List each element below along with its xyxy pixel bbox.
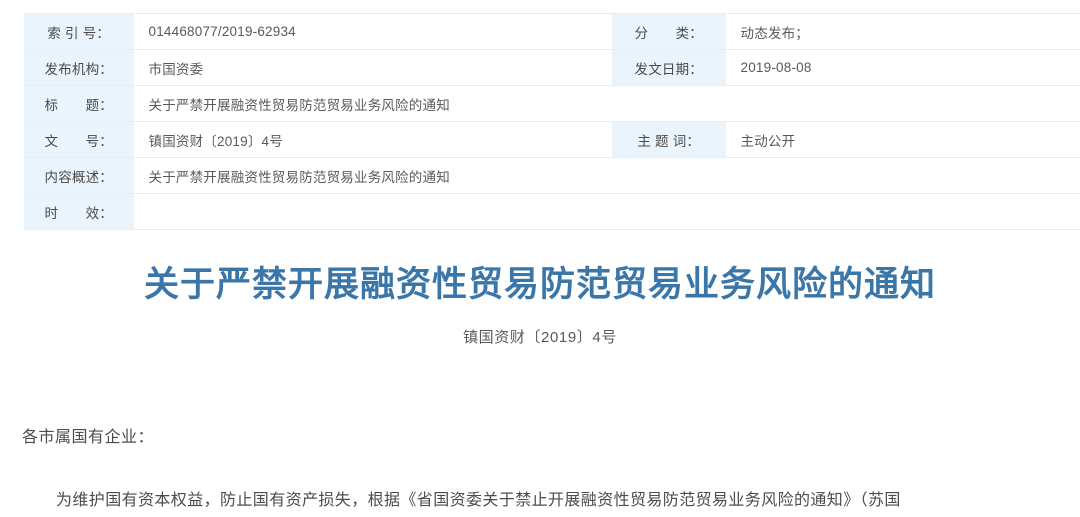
table-row: 文 号： 镇国资财〔2019〕4号 主 题 词： 主动公开 [24,121,1080,158]
document-number-line: 镇国资财〔2019〕4号 [463,329,617,346]
meta-value-index-number: 014468077/2019-62934 [134,13,612,50]
document-paragraph: 为维护国有资本权益，防止国有资产损失，根据《省国资委关于禁止开展融资性贸易防范贸… [56,492,901,509]
page-title: 关于严禁开展融资性贸易防范贸易业务风险的通知 [143,265,936,304]
meta-value-category: 动态发布； [726,13,1080,50]
meta-label-summary: 内容概述： [24,157,135,194]
table-row: 内容概述： 关于严禁开展融资性贸易防范贸易业务风险的通知 [24,157,1080,194]
meta-label-validity: 时 效： [24,193,135,230]
meta-label-document-number: 文 号： [24,121,135,158]
meta-value-title: 关于严禁开展融资性贸易防范贸易业务风险的通知 [134,85,1080,122]
meta-label-issuing-agency: 发布机构： [24,49,135,86]
meta-value-issuing-agency: 市国资委 [134,49,612,86]
meta-label-subject-term: 主 题 词： [612,121,727,158]
meta-label-category: 分 类： [612,13,727,50]
meta-value-issue-date: 2019-08-08 [726,49,1080,86]
meta-label-index-number: 索 引 号： [24,13,135,50]
table-row: 标 题： 关于严禁开展融资性贸易防范贸易业务风险的通知 [24,85,1080,122]
meta-value-subject-term: 主动公开 [726,121,1080,158]
meta-value-document-number: 镇国资财〔2019〕4号 [134,121,612,158]
document-page: 索 引 号： 014468077/2019-62934 分 类： 动态发布； 发… [0,0,1080,517]
meta-value-summary: 关于严禁开展融资性贸易防范贸易业务风险的通知 [134,157,1080,194]
table-row: 发布机构： 市国资委 发文日期： 2019-08-08 [24,49,1080,86]
table-row: 时 效： [24,193,1080,230]
meta-label-title: 标 题： [24,85,135,122]
table-row: 索 引 号： 014468077/2019-62934 分 类： 动态发布； [24,13,1080,50]
meta-value-validity [134,193,1080,230]
document-metadata-table: 索 引 号： 014468077/2019-62934 分 类： 动态发布； 发… [24,13,1080,230]
document-salutation: 各市属国有企业： [22,429,155,446]
meta-label-issue-date: 发文日期： [612,49,727,86]
